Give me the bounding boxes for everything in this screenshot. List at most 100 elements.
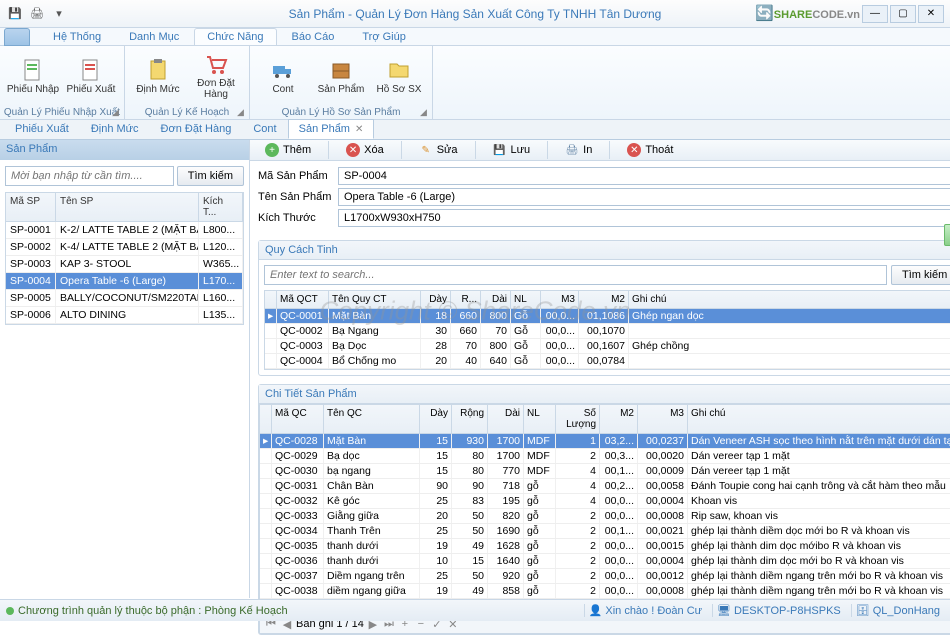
qat-save-icon[interactable]: 💾 [6,5,24,23]
input-ma-sp[interactable] [338,167,950,185]
col-header[interactable]: Mã SP [6,193,56,221]
left-search-button[interactable]: Tìm kiếm [177,166,244,186]
quy-cach-grid[interactable]: Mã QCTTên Quy CTDàyR...DàiNLM3M2Ghi chú … [264,290,950,370]
chi-tiet-row[interactable]: QC-0033Giằng giữa2050820gỗ200,0...00,000… [260,509,950,524]
chi-tiet-row[interactable]: QC-0036thanh dưới10151640gỗ200,0...00,00… [260,554,950,569]
chi-tiet-row[interactable]: QC-0037Diềm ngang trên2550920gỗ200,0...0… [260,569,950,584]
doctab-Cont[interactable]: Cont [242,119,287,139]
label-ten-sp: Tên Sản Phẩm [258,191,338,203]
quy-cach-row[interactable]: QC-0002Bạ Ngang3066070Gỗ00,0...00,1070 [265,324,950,339]
left-pane-title: Sản Phẩm [0,140,249,160]
titlebar: 💾 🖨 ▾ Sản Phẩm - Quản Lý Đơn Hàng Sản Xu… [0,0,950,28]
quy-cach-row[interactable]: QC-0003Bạ Dọc2870800Gỗ00,0...00,1607Ghép… [265,339,950,354]
ribbon-btn-Phiếu Nhập[interactable]: Phiếu Nhập [4,48,62,104]
col-header[interactable]: Rộng [452,405,488,433]
app-menu-button[interactable] [4,28,30,46]
chi-tiet-row[interactable]: QC-0031Chân Bàn9090718gỗ400,2...00,0058Đ… [260,479,950,494]
save-button[interactable]: 💾Lưu [484,140,540,160]
col-header[interactable]: M2 [600,405,638,433]
doctab-Định Mức[interactable]: Định Mức [80,119,150,139]
product-row[interactable]: SP-0001K-2/ LATTE TABLE 2 (MẶT BÀN GỖ)L8… [6,222,243,239]
edit-button[interactable]: ✎Sửa [410,140,467,160]
col-header[interactable]: Mã QCT [277,291,329,308]
col-header[interactable]: Dày [420,405,452,433]
ribbon-btn-Đơn Đặt Hàng[interactable]: Đơn Đặt Hàng [187,48,245,104]
chi-tiet-row[interactable]: QC-0032Kê góc2583195gỗ400,0...00,0004Kho… [260,494,950,509]
col-header[interactable]: Ghi chú [629,291,950,308]
quy-cach-row[interactable]: ▸QC-0001Mặt Bàn18660800Gỗ00,0...01,1086G… [265,309,950,324]
ribbon-btn-Phiếu Xuất[interactable]: Phiếu Xuất [62,48,120,104]
add-button[interactable]: +Thêm [256,140,320,160]
ribbon-btn-Hồ Sơ SX[interactable]: Hồ Sơ SX [370,48,428,104]
col-header[interactable]: Tên SP [56,193,199,221]
menutab-Hệ Thống[interactable]: Hệ Thống [40,28,114,45]
col-header[interactable]: M3 [638,405,688,433]
menutab-Trợ Giúp[interactable]: Trợ Giúp [349,28,418,45]
input-ten-sp[interactable] [338,188,950,206]
tab-close-icon[interactable]: ✕ [355,124,363,135]
user-icon: 👤 [589,604,603,617]
print-button[interactable]: 🖨In [556,140,601,160]
dialog-launcher-icon[interactable]: ◢ [420,107,430,117]
chi-tiet-sp-title: Chi Tiết Sản Phẩm [259,385,950,404]
product-row[interactable]: SP-0004Opera Table -6 (Large)L170... [6,273,243,290]
minimize-button[interactable]: — [862,5,888,23]
col-header[interactable]: Mã QC [272,405,324,433]
col-header[interactable]: M3 [541,291,579,308]
input-kich-thuoc[interactable] [338,209,950,227]
menutab-Chức Năng[interactable]: Chức Năng [194,28,276,45]
delete-button[interactable]: ✕Xóa [337,140,393,160]
x-icon: ✕ [627,143,641,157]
col-header[interactable]: R... [451,291,481,308]
chi-tiet-row[interactable]: QC-0030bạ ngang1580770MDF400,1...00,0009… [260,464,950,479]
col-header[interactable]: NL [511,291,541,308]
col-header[interactable]: Số Lượng [556,405,600,433]
product-row[interactable]: SP-0006ALTO DININGL135... [6,307,243,324]
dialog-launcher-icon[interactable]: ◢ [237,107,247,117]
product-row[interactable]: SP-0003KAP 3- STOOLW365... [6,256,243,273]
qat-print-icon[interactable]: 🖨 [28,5,46,23]
col-header[interactable]: Dài [488,405,524,433]
left-search-input[interactable] [5,166,174,186]
add-quy-cach-button[interactable]: + [944,224,950,246]
ribbon-btn-Sản Phẩm[interactable]: Sản Phẩm [312,48,370,104]
quy-cach-row[interactable]: QC-0004Bổ Chống mo2040640Gỗ00,0...00,078… [265,354,950,369]
col-header[interactable]: Dày [421,291,451,308]
doctab-Sản Phẩm[interactable]: Sản Phẩm✕ [288,119,375,139]
status-db: QL_DonHang [873,605,940,617]
quy-cach-search-button[interactable]: Tìm kiếm [891,265,950,285]
col-header[interactable]: Dài [481,291,511,308]
product-row[interactable]: SP-0002K-4/ LATTE TABLE 2 (MẶT BÀN GỖ)L1… [6,239,243,256]
quy-cach-search-input[interactable] [264,265,887,285]
product-row[interactable]: SP-0005BALLY/COCONUT/SM220TABLE -6L160..… [6,290,243,307]
col-header[interactable]: Ghi chú [688,405,950,433]
chi-tiet-row[interactable]: QC-0034Thanh Trên25501690gỗ200,1...00,00… [260,524,950,539]
doctab-Đơn Đặt Hàng[interactable]: Đơn Đặt Hàng [150,119,243,139]
close-button[interactable]: ✕ [918,5,944,23]
col-header[interactable]: NL [524,405,556,433]
chi-tiet-sp-group: Chi Tiết Sản Phẩm Mã QCTên QCDàyRộngDàiN… [258,384,950,635]
maximize-button[interactable]: ▢ [890,5,916,23]
col-header[interactable]: Kích T... [199,193,243,221]
clipboard-icon [146,58,170,82]
product-grid[interactable]: Mã SPTên SPKích T... SP-0001K-2/ LATTE T… [5,192,244,325]
col-header[interactable]: M2 [579,291,629,308]
menutab-Danh Mục[interactable]: Danh Mục [116,28,192,45]
doctab-Phiếu Xuất[interactable]: Phiếu Xuất [4,119,80,139]
status-program-text: Chương trình quản lý thuộc bộ phận : Phò… [18,605,288,617]
product-form: Mã Sản Phẩm Tên Sản Phẩm Kích Thước [250,161,950,236]
chi-tiet-row[interactable]: ▸QC-0028Mặt Bàn159301700MDF103,2...00,02… [260,434,950,449]
chi-tiet-row[interactable]: QC-0035thanh dưới19491628gỗ200,0...00,00… [260,539,950,554]
dialog-launcher-icon[interactable]: ◢ [112,107,122,117]
chi-tiet-row[interactable]: QC-0038diềm ngang giữa1949858gỗ200,0...0… [260,584,950,599]
ribbon-btn-Cont[interactable]: Cont [254,48,312,104]
col-header[interactable]: Tên QC [324,405,420,433]
qat-dropdown-icon[interactable]: ▾ [50,5,68,23]
menutab-Báo Cáo[interactable]: Báo Cáo [279,28,348,45]
ribbon-btn-Định Mức[interactable]: Định Mức [129,48,187,104]
col-header[interactable]: Tên Quy CT [329,291,421,308]
doc-red-icon [79,58,103,82]
ribbon-group-label: Quản Lý Phiếu Nhập Xuất [0,107,124,118]
chi-tiet-row[interactable]: QC-0029Bạ dọc15801700MDF200,3...00,0020D… [260,449,950,464]
exit-button[interactable]: ✕Thoát [618,140,682,160]
